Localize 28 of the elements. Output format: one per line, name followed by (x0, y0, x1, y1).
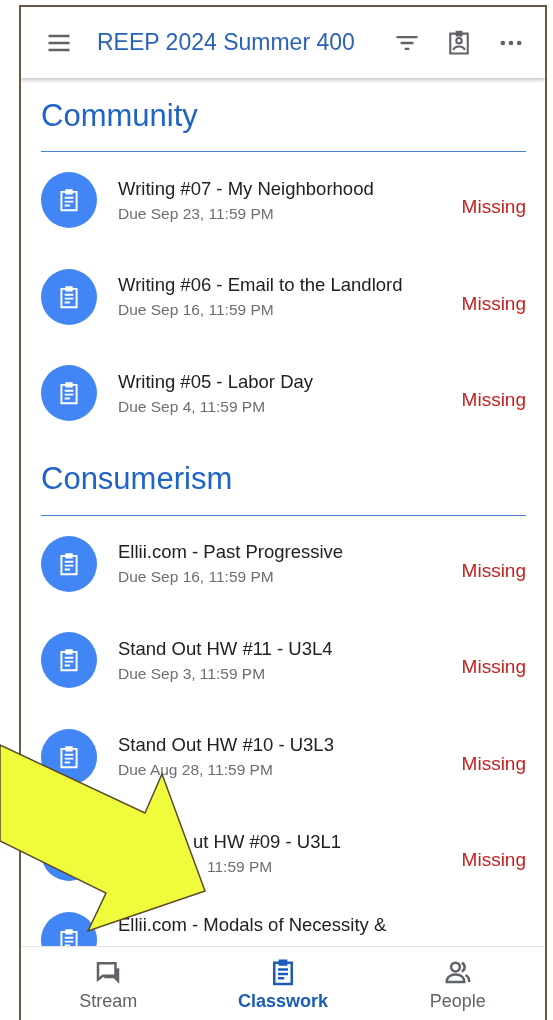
assignment-title[interactable]: Ellii.com - Past Progressive (118, 541, 344, 564)
due-date: Due Sep 4, 11:59 PM (118, 397, 266, 416)
assignment-title[interactable]: Stand Out HW #10 - U3L3 (118, 734, 334, 757)
missing-status: Missing (461, 292, 526, 315)
missing-status: Missing (461, 389, 526, 412)
assignment-title[interactable]: Writing #06 - Email to the Landlord (118, 274, 403, 297)
class-title: REEP 2024 Summer 400 (97, 29, 356, 56)
topic-heading: Community (41, 97, 198, 134)
assignment-title[interactable]: Ellii.com - Modals of Necessity & (118, 913, 387, 936)
missing-status: Missing (461, 559, 526, 582)
missing-status: Missing (461, 849, 526, 872)
topic-heading: Consumerism (41, 461, 233, 497)
due-date: Due Sep 16, 11:59 PM (118, 301, 274, 320)
due-date: Due Sep 23, 11:59 PM (118, 204, 274, 223)
nav-tab[interactable]: People (370, 947, 545, 1020)
assignment-title[interactable]: Writing #05 - Labor Day (118, 370, 314, 393)
due-date: Due Sep 3, 11:59 PM (118, 664, 266, 683)
missing-status: Missing (461, 752, 526, 775)
assignment-title[interactable]: Stand Out HW #11 - U3L4 (118, 637, 333, 660)
due-date: Due Sep 16, 11:59 PM (118, 568, 274, 587)
missing-status: Missing (461, 196, 526, 219)
due-date: 11:59 PM (207, 857, 273, 876)
due-date: Due Aug 28, 11:59 PM (118, 761, 273, 780)
assignment-title[interactable]: ut HW #09 - U3L1 (193, 830, 342, 853)
nav-tab[interactable]: Stream (21, 947, 196, 1020)
missing-status: Missing (461, 656, 526, 679)
nav-tab[interactable]: Classwork (195, 947, 371, 1020)
assignment-title[interactable]: Writing #07 - My Neighborhood (118, 177, 374, 200)
